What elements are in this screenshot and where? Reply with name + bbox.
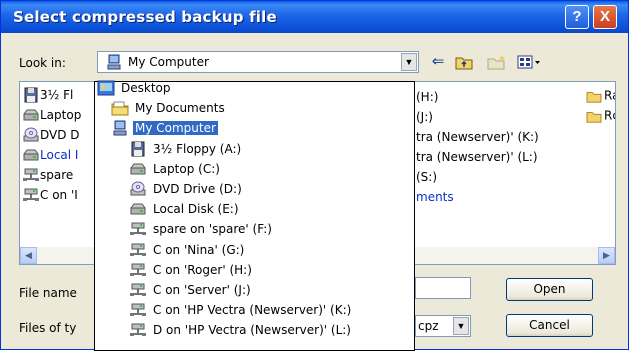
dropdown-item-label: C on 'Roger' (H:) bbox=[153, 262, 252, 277]
file-list-item[interactable]: C on 'I bbox=[22, 187, 78, 203]
close-button[interactable]: X bbox=[593, 5, 617, 29]
dropdown-item-label: My Documents bbox=[135, 101, 225, 116]
file-list-item-label: C on 'I bbox=[40, 188, 78, 202]
file-list-item[interactable]: DVD D bbox=[22, 127, 80, 143]
drive-icon bbox=[22, 107, 40, 123]
new-folder-icon[interactable] bbox=[487, 54, 507, 70]
lookin-dropdown-list[interactable]: Desktop My Documents My Computer 3½ Floppy … bbox=[94, 80, 415, 351]
drive-icon bbox=[129, 161, 147, 177]
dvd-icon bbox=[22, 127, 40, 143]
folder-icon bbox=[111, 100, 129, 116]
dvd-icon bbox=[129, 181, 147, 197]
network-drive-icon bbox=[22, 187, 40, 203]
dialog-title: Select compressed backup file bbox=[13, 8, 277, 26]
lookin-combo[interactable]: My Computer ▼ bbox=[97, 51, 419, 73]
file-list-item-label: Local I bbox=[40, 148, 79, 162]
dialog-window: Select compressed backup file ? X Look i… bbox=[0, 0, 629, 351]
computer-icon bbox=[111, 120, 129, 136]
floppy-icon bbox=[22, 87, 40, 103]
filetype-label: Files of ty bbox=[19, 321, 77, 335]
dropdown-item-label: DVD Drive (D:) bbox=[153, 182, 242, 196]
file-list-item-label[interactable]: (S:) bbox=[416, 170, 437, 184]
dropdown-item-label: Laptop (C:) bbox=[153, 161, 220, 176]
back-arrow-icon[interactable]: ⇐ bbox=[428, 54, 448, 70]
dropdown-item-label: C on 'HP Vectra (Newserver)' (K:) bbox=[153, 303, 352, 318]
open-button[interactable]: Open bbox=[506, 278, 593, 301]
dropdown-item-label: My Computer bbox=[133, 121, 218, 136]
network-drive-icon bbox=[22, 167, 40, 183]
filetype-value: cpz bbox=[418, 319, 439, 333]
folder-icon bbox=[586, 89, 604, 103]
desktop-icon bbox=[97, 80, 115, 96]
file-list-item[interactable]: Laptop bbox=[22, 107, 81, 123]
file-list-item-label: 3½ Fl bbox=[40, 88, 74, 102]
file-list-item-label: Laptop bbox=[40, 108, 82, 122]
computer-icon bbox=[106, 54, 122, 70]
network-drive-icon bbox=[129, 221, 147, 237]
lookin-value: My Computer bbox=[128, 55, 209, 69]
file-list-item-label: DVD D bbox=[40, 128, 80, 142]
cancel-button[interactable]: Cancel bbox=[506, 314, 593, 337]
scroll-left-icon[interactable]: ◀ bbox=[20, 247, 37, 264]
up-folder-icon[interactable] bbox=[455, 54, 475, 70]
file-list-item-label[interactable]: ments bbox=[416, 190, 454, 204]
dropdown-item-label: Local Disk (E:) bbox=[153, 202, 239, 217]
dropdown-item-label: C on 'Server' (J:) bbox=[153, 283, 251, 297]
network-drive-icon bbox=[129, 302, 147, 318]
file-list-item-label: spare bbox=[40, 168, 74, 182]
chevron-down-icon[interactable]: ▼ bbox=[401, 53, 417, 71]
file-list-item[interactable]: 3½ Fl bbox=[22, 87, 73, 103]
dropdown-item-label: D on 'HP Vectra (Newserver)' (L:) bbox=[153, 323, 351, 338]
file-list-item-label[interactable]: tra (Newserver)' (K:) bbox=[416, 130, 539, 144]
drive-icon bbox=[129, 201, 147, 217]
help-button[interactable]: ? bbox=[565, 5, 589, 29]
chevron-down-icon[interactable]: ▼ bbox=[453, 317, 469, 335]
file-list-item-label[interactable]: tra (Newserver)' (L:) bbox=[416, 150, 538, 164]
network-drive-icon bbox=[129, 242, 147, 258]
scroll-right-icon[interactable]: ▶ bbox=[598, 247, 615, 264]
network-drive-icon bbox=[129, 322, 147, 338]
filename-label: File name bbox=[19, 286, 77, 300]
file-list-item-label[interactable]: (H:) bbox=[416, 90, 438, 104]
file-list-item[interactable]: Rc bbox=[586, 108, 615, 123]
dropdown-item-label: 3½ Floppy (A:) bbox=[153, 141, 242, 156]
network-drive-icon bbox=[129, 262, 147, 278]
file-list-item-label[interactable]: (J:) bbox=[416, 110, 433, 124]
filename-input[interactable] bbox=[415, 277, 471, 299]
file-list-item[interactable]: Ra bbox=[586, 88, 615, 103]
network-drive-icon bbox=[129, 282, 147, 298]
file-list-item[interactable]: spare bbox=[22, 167, 73, 183]
lookin-label: Look in: bbox=[19, 56, 66, 70]
title-bar: Select compressed backup file ? X bbox=[1, 1, 628, 33]
file-list-item[interactable]: Local I bbox=[22, 147, 78, 163]
floppy-icon bbox=[129, 141, 147, 157]
folder-icon bbox=[586, 109, 604, 123]
file-list-item-label: Ra bbox=[604, 88, 615, 103]
dropdown-item-label: C on 'Nina' (G:) bbox=[153, 242, 245, 257]
view-menu-icon[interactable] bbox=[517, 54, 543, 70]
dropdown-item-label: Desktop bbox=[121, 81, 171, 95]
dropdown-item-label: spare on 'spare' (F:) bbox=[153, 222, 272, 237]
filetype-select[interactable]: cpz ▼ bbox=[415, 315, 471, 337]
file-list-item-label: Rc bbox=[604, 108, 615, 123]
drive-icon bbox=[22, 147, 40, 163]
